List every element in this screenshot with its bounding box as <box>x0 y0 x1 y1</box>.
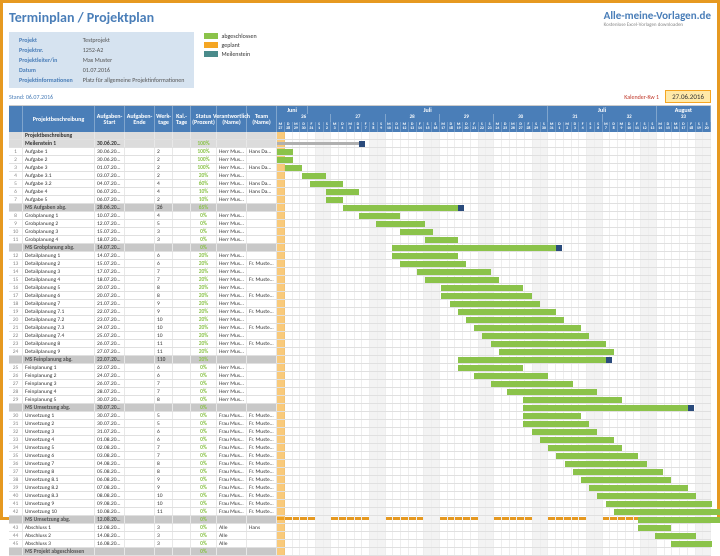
task-row[interactable]: 25Feinplanung 122.07.201660%Herr Muster … <box>9 364 711 372</box>
task-row[interactable]: 30Umsetzung 130.07.201650%Frau Muster 1F… <box>9 412 711 420</box>
gantt-chart: ProjektbeschreibungAufgaben-StartAufgabe… <box>9 105 711 132</box>
task-row[interactable]: 12Detailplanung 114.07.2016620%Herr Must… <box>9 252 711 260</box>
task-row[interactable]: 39Umsetzung 8.207.08.201690%Frau Muster … <box>9 484 711 492</box>
task-row[interactable]: 10Grobplanung 315.07.201630%Herr Muster … <box>9 228 711 236</box>
task-row[interactable]: 16Detailplanung 520.07.2016820%Herr Must… <box>9 284 711 292</box>
task-row[interactable]: 6Aufgabe 406.07.2016410%Herr MusterHans … <box>9 188 711 196</box>
time-header: JuniJuliJuliAugust 2627282930313233 M27D… <box>277 106 711 132</box>
task-row[interactable]: 43Abschluss 112.08.201630%AlleHans <box>9 524 711 532</box>
task-row[interactable]: 36Umsetzung 704.08.201680%Frau Muster 1F… <box>9 460 711 468</box>
task-row[interactable]: 34Umsetzung 502.08.201670%Frau Muster 1F… <box>9 444 711 452</box>
status-date: Stand: 06.07.2016 <box>9 93 53 101</box>
task-row[interactable]: 33Umsetzung 401.08.201660%Frau Muster 1F… <box>9 436 711 444</box>
task-row[interactable]: 11Grobplanung 418.07.201630%Herr Muster … <box>9 236 711 244</box>
task-row[interactable]: 32Umsetzung 331.07.201660%Frau Muster 1F… <box>9 428 711 436</box>
task-row[interactable]: MS Feinplanung abg.22.07.201611020% <box>9 356 711 364</box>
task-row[interactable]: 9Grobplanung 212.07.201650%Herr Muster 1 <box>9 220 711 228</box>
task-row[interactable]: 15Detailplanung 418.07.2016720%Herr Must… <box>9 276 711 284</box>
project-info: ProjektTestprojektProjektnr.1252-A2Proje… <box>9 32 194 88</box>
task-row[interactable]: 21Detailplanung 7.324.07.20161020%Herr M… <box>9 324 711 332</box>
task-row[interactable]: 40Umsetzung 8.308.08.2016100%Frau Muster… <box>9 492 711 500</box>
task-row[interactable]: 26Feinplanung 224.07.201660%Herr Muster … <box>9 372 711 380</box>
task-row[interactable]: MS Umsetzung abg.30.07.20160% <box>9 404 711 412</box>
task-row[interactable]: 31Umsetzung 230.07.201650%Frau Muster 1F… <box>9 420 711 428</box>
task-row[interactable]: 44Abschluss 214.08.201630%Alle <box>9 532 711 540</box>
task-row[interactable]: MS Umsetzung abg.12.08.20160% <box>9 516 711 524</box>
task-row[interactable]: MS Aufgaben abg.28.06.20162665% <box>9 204 711 212</box>
calendar-date[interactable]: 27.06.2016 <box>665 90 711 103</box>
task-row[interactable]: 14Detailplanung 317.07.2016720%Herr Must… <box>9 268 711 276</box>
task-row[interactable]: 28Feinplanung 428.07.201670%Herr Muster … <box>9 388 711 396</box>
task-row[interactable]: 8Grobplanung 110.07.201640%Herr Muster 1 <box>9 212 711 220</box>
task-rows: ProjektbeschreibungMeilenstein 130.06.20… <box>9 132 711 556</box>
task-row[interactable]: 17Detailplanung 620.07.2016820%Herr Must… <box>9 292 711 300</box>
task-row[interactable]: 42Umsetzung 1010.08.2016110%Frau Muster … <box>9 508 711 516</box>
task-row[interactable]: 4Aufgabe 3.103.07.2016220%Herr Muster <box>9 172 711 180</box>
task-row[interactable]: Meilenstein 130.06.2016100% <box>9 140 711 148</box>
task-row[interactable]: 19Detailplanung 7.122.07.2016920%Herr Mu… <box>9 308 711 316</box>
task-row[interactable]: 37Umsetzung 805.08.201680%Frau Muster 1F… <box>9 468 711 476</box>
task-row[interactable]: 20Detailplanung 7.223.07.20161020%Herr M… <box>9 316 711 324</box>
task-row[interactable]: 18Detailplanung 721.07.2016920%Herr Must… <box>9 300 711 308</box>
calendar-label: Kalender-Kw 1 <box>624 93 659 101</box>
task-row[interactable]: MS Grobplanung abg.14.07.20160% <box>9 244 711 252</box>
page-title: Terminplan / Projektplan <box>9 9 154 26</box>
task-row[interactable]: 35Umsetzung 603.08.201670%Frau Muster 1F… <box>9 452 711 460</box>
task-row[interactable]: 5Aufgabe 3.204.07.2016460%Herr MusterHan… <box>9 180 711 188</box>
task-row[interactable]: 7Aufgabe 506.07.2016210%Herr Muster <box>9 196 711 204</box>
task-row[interactable]: 13Detailplanung 215.07.2016620%Herr Must… <box>9 260 711 268</box>
brand-logo: Alle-meine-Vorlagen.de Kostenlose Excel-… <box>604 9 711 28</box>
task-row[interactable]: 3Aufgabe 301.07.20162100%Herr MusterHans… <box>9 164 711 172</box>
task-row[interactable]: 23Detailplanung 826.07.20161120%Herr Mus… <box>9 340 711 348</box>
task-row[interactable]: 27Feinplanung 326.07.201670%Herr Muster … <box>9 380 711 388</box>
task-row[interactable]: 29Feinplanung 530.07.201680%Herr Muster … <box>9 396 711 404</box>
task-row[interactable]: 2Aufgabe 230.06.20162100%Herr Muster <box>9 156 711 164</box>
task-row[interactable]: 22Detailplanung 7.425.07.20161020%Herr M… <box>9 332 711 340</box>
task-row[interactable]: 41Umsetzung 909.08.2016100%Frau Muster 1… <box>9 500 711 508</box>
task-row[interactable]: 24Detailplanung 927.07.20161120%Herr Mus… <box>9 348 711 356</box>
legend: abgeschlossengeplantMeilenstein <box>204 32 256 88</box>
task-row[interactable]: 1Aufgabe 130.06.20162100%Herr MusterHans… <box>9 148 711 156</box>
columns-header: ProjektbeschreibungAufgaben-StartAufgabe… <box>9 106 277 132</box>
task-row[interactable]: 38Umsetzung 8.106.08.201690%Frau Muster … <box>9 476 711 484</box>
task-row[interactable]: Projektbeschreibung <box>9 132 711 140</box>
task-row[interactable]: MS Projekt abgeschlossen0% <box>9 548 711 556</box>
task-row[interactable]: 45Abschluss 316.08.201630%Alle <box>9 540 711 548</box>
